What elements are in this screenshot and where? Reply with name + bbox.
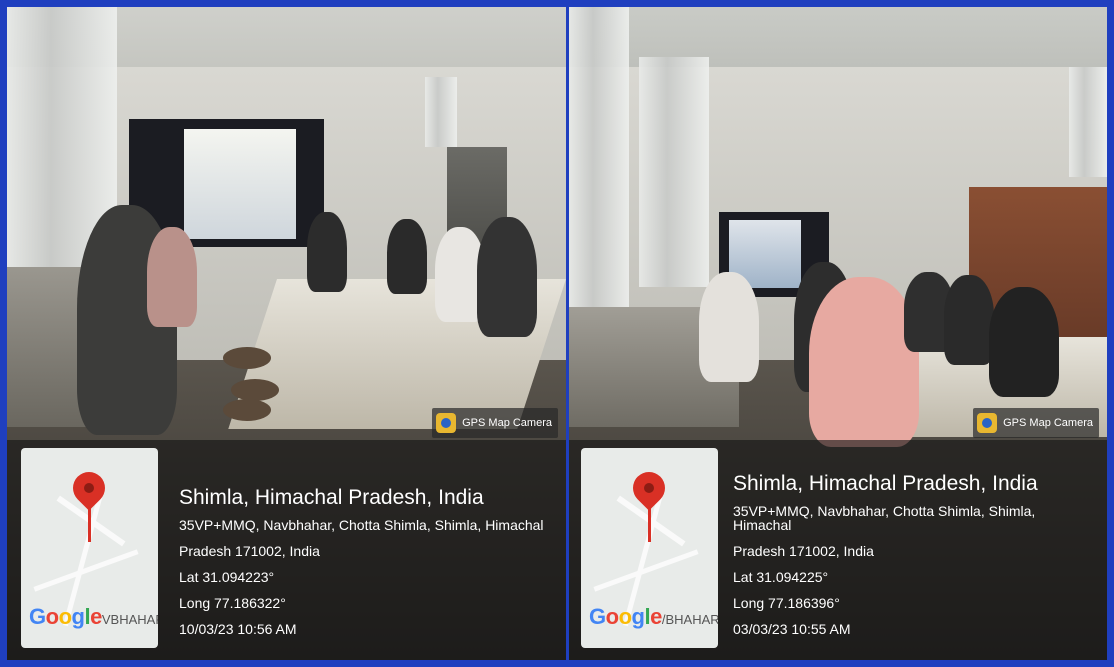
longitude: Long 77.186322° (179, 595, 286, 611)
gps-camera-icon (977, 413, 998, 433)
gps-overlay: Google/BHAHAR Shimla, Himachal Pradesh, … (569, 440, 1107, 660)
city-line: Shimla, Himachal Pradesh, India (733, 472, 1038, 495)
photo-2: GPS Map Camera Google/BHAHAR Shimla, Him… (569, 7, 1107, 660)
map-thumbnail: Google/BHAHAR (581, 448, 718, 648)
address-line-2: Pradesh 171002, India (179, 543, 320, 559)
map-thumbnail: GoogleVBHAHAR (21, 448, 158, 648)
latitude: Lat 31.094223° (179, 569, 275, 585)
latitude: Lat 31.094225° (733, 569, 829, 585)
google-logo: GoogleVBHAHAR (29, 604, 158, 629)
location-info: Shimla, Himachal Pradesh, India 35VP+MMQ… (179, 486, 556, 648)
timestamp: 10/03/23 10:56 AM (179, 621, 297, 637)
gps-camera-badge: GPS Map Camera (432, 408, 558, 438)
location-info: Shimla, Himachal Pradesh, India 35VP+MMQ… (733, 472, 1097, 648)
address-line-1: 35VP+MMQ, Navbhahar, Chotta Shimla, Shim… (733, 503, 1036, 533)
address-line-2: Pradesh 171002, India (733, 543, 874, 559)
gps-camera-icon (436, 413, 457, 433)
address-line-1: 35VP+MMQ, Navbhahar, Chotta Shimla, Shim… (179, 517, 544, 533)
google-logo: Google/BHAHAR (589, 604, 718, 629)
longitude: Long 77.186396° (733, 595, 840, 611)
gps-overlay: GoogleVBHAHAR Shimla, Himachal Pradesh, … (7, 440, 566, 660)
photo-1: GPS Map Camera GoogleVBHAHAR Shimla, Him… (7, 7, 566, 660)
timestamp: 03/03/23 10:55 AM (733, 621, 851, 637)
city-line: Shimla, Himachal Pradesh, India (179, 486, 484, 509)
gps-camera-badge: GPS Map Camera (973, 408, 1099, 438)
